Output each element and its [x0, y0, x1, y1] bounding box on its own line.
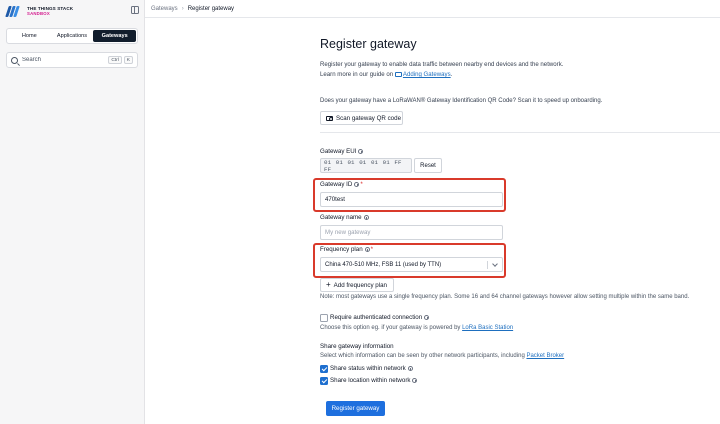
sidebar-search[interactable]: Ctrl K — [6, 52, 138, 68]
highlight-frequency-plan — [313, 243, 506, 278]
share-status-label[interactable]: Share status within network — [330, 365, 413, 372]
share-section-note: Select which information can be seen by … — [320, 353, 565, 359]
chevron-right-icon: › — [181, 5, 184, 12]
qr-question: Does your gateway have a LoRaWAN® Gatewa… — [320, 98, 603, 104]
collapse-sidebar-icon[interactable] — [131, 6, 139, 14]
breadcrumb-gateways[interactable]: Gateways — [151, 6, 178, 12]
tab-gateways[interactable]: Gateways — [93, 30, 137, 42]
divider — [320, 132, 720, 133]
lora-basic-station-link[interactable]: LoRa Basic Station — [462, 325, 513, 331]
search-input[interactable] — [22, 57, 102, 63]
info-icon[interactable] — [363, 215, 369, 220]
gateway-name-label: Gateway name — [320, 214, 369, 221]
frequency-plan-note: Note: most gateways use a single frequen… — [320, 294, 690, 300]
share-location-checkbox[interactable] — [320, 377, 328, 385]
page-description: Register your gateway to enable data tra… — [320, 61, 564, 78]
auth-connection-label[interactable]: Require authenticated connection — [330, 314, 430, 321]
gateway-eui-field[interactable]: 01 01 01 01 01 01 FF FF — [320, 158, 412, 173]
search-icon — [11, 56, 18, 64]
sidebar: THE THINGS STACK SANDBOX Home Applicatio… — [0, 0, 145, 424]
reset-eui-button[interactable]: Reset — [414, 158, 442, 173]
info-icon[interactable] — [424, 315, 430, 320]
brand-logo[interactable]: THE THINGS STACK SANDBOX — [5, 4, 73, 18]
breadcrumb-current: Register gateway — [187, 5, 235, 12]
packet-broker-link[interactable]: Packet Broker — [526, 353, 564, 359]
share-location-label[interactable]: Share location within network — [330, 377, 418, 384]
share-section-title: Share gateway information — [320, 343, 394, 350]
brand-edition: SANDBOX — [27, 11, 50, 16]
camera-icon — [326, 115, 333, 121]
book-icon — [394, 71, 402, 77]
register-gateway-button[interactable]: Register gateway — [326, 401, 385, 416]
tab-applications[interactable]: Applications — [51, 30, 94, 42]
register-gateway-form: Register gateway Register your gateway t… — [320, 0, 720, 424]
shortcut-k: K — [123, 56, 133, 64]
adding-gateways-link[interactable]: Adding Gateways — [403, 71, 451, 78]
auth-connection-note: Choose this option eg. if your gateway i… — [320, 325, 514, 331]
shortcut-ctrl: Ctrl — [108, 56, 122, 64]
gateway-name-input[interactable] — [320, 225, 503, 240]
plus-icon: + — [326, 280, 331, 289]
info-icon[interactable] — [407, 366, 413, 371]
page-title: Register gateway — [320, 37, 417, 51]
scan-qr-button[interactable]: Scan gateway QR code — [320, 111, 403, 125]
sidebar-tabs: Home Applications Gateways — [6, 28, 138, 44]
tab-home[interactable]: Home — [8, 30, 51, 42]
auth-connection-checkbox[interactable] — [320, 314, 328, 322]
highlight-gateway-id — [313, 178, 506, 212]
share-status-checkbox[interactable] — [320, 365, 328, 373]
gateway-eui-label: Gateway EUI — [320, 148, 364, 155]
info-icon[interactable] — [412, 378, 418, 383]
add-frequency-plan-button[interactable]: + Add frequency plan — [320, 278, 394, 292]
things-stack-logo-icon — [5, 5, 23, 17]
info-icon[interactable] — [358, 149, 364, 154]
